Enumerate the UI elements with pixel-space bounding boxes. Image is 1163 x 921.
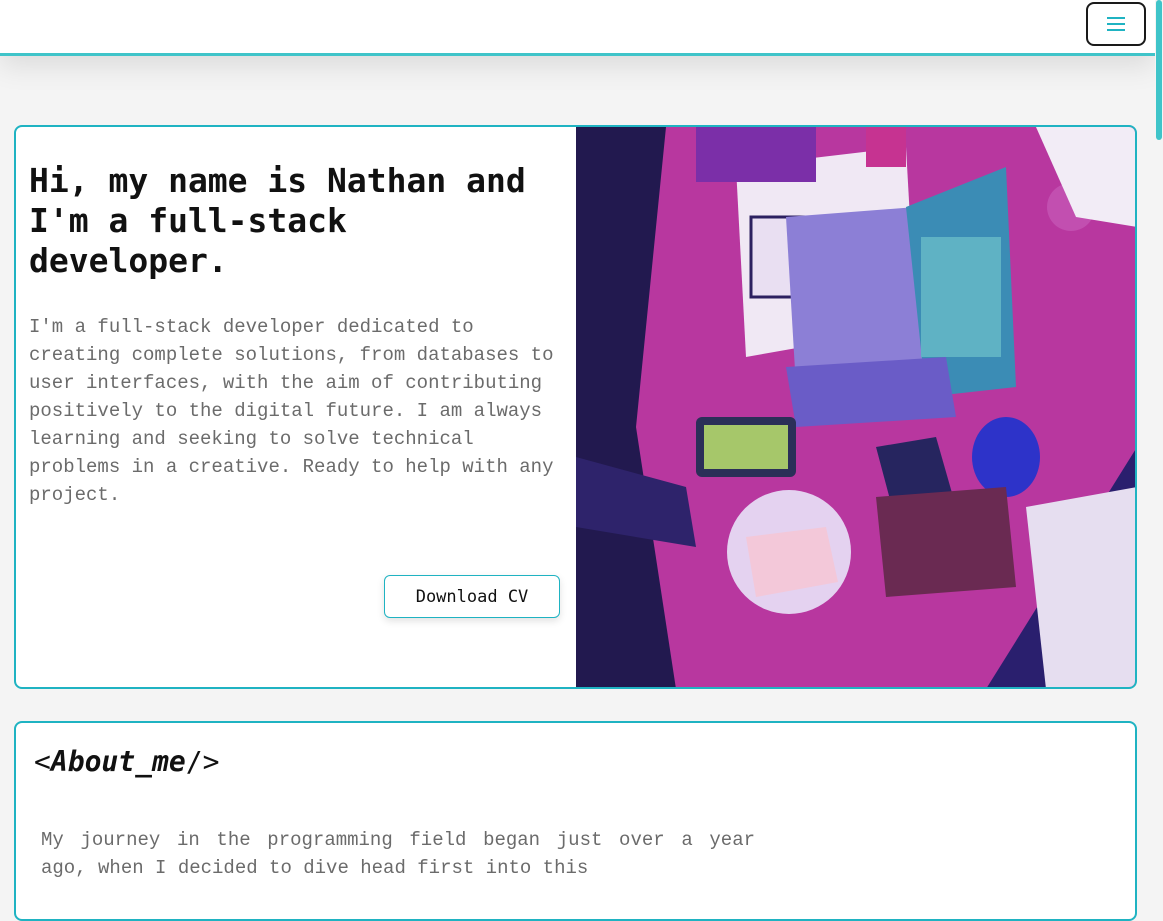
desk-illustration-image <box>576 127 1135 687</box>
menu-toggle-button[interactable] <box>1086 2 1146 46</box>
about-description: My journey in the programming field bega… <box>41 829 755 879</box>
about-title: <About_me/> <box>34 745 219 778</box>
hero-card: Hi, my name is Nathan and I'm a full-sta… <box>14 125 1137 689</box>
top-navbar <box>0 0 1155 56</box>
about-title-open-bracket: < <box>34 745 51 778</box>
download-cv-button[interactable]: Download CV <box>384 575 560 618</box>
scrollbar-thumb[interactable] <box>1156 0 1162 140</box>
hero-description: I'm a full-stack developer dedicated to … <box>29 316 554 506</box>
hero-title: Hi, my name is Nathan and I'm a full-sta… <box>29 161 526 280</box>
about-card: <About_me/> My journey in the programmin… <box>14 721 1137 921</box>
hero-text-column: Hi, my name is Nathan and I'm a full-sta… <box>16 127 577 687</box>
hamburger-menu-icon <box>1107 17 1125 31</box>
about-title-text: About_me <box>50 745 186 778</box>
about-title-close-bracket: /> <box>185 745 220 778</box>
page-scrollbar[interactable] <box>1155 0 1163 882</box>
